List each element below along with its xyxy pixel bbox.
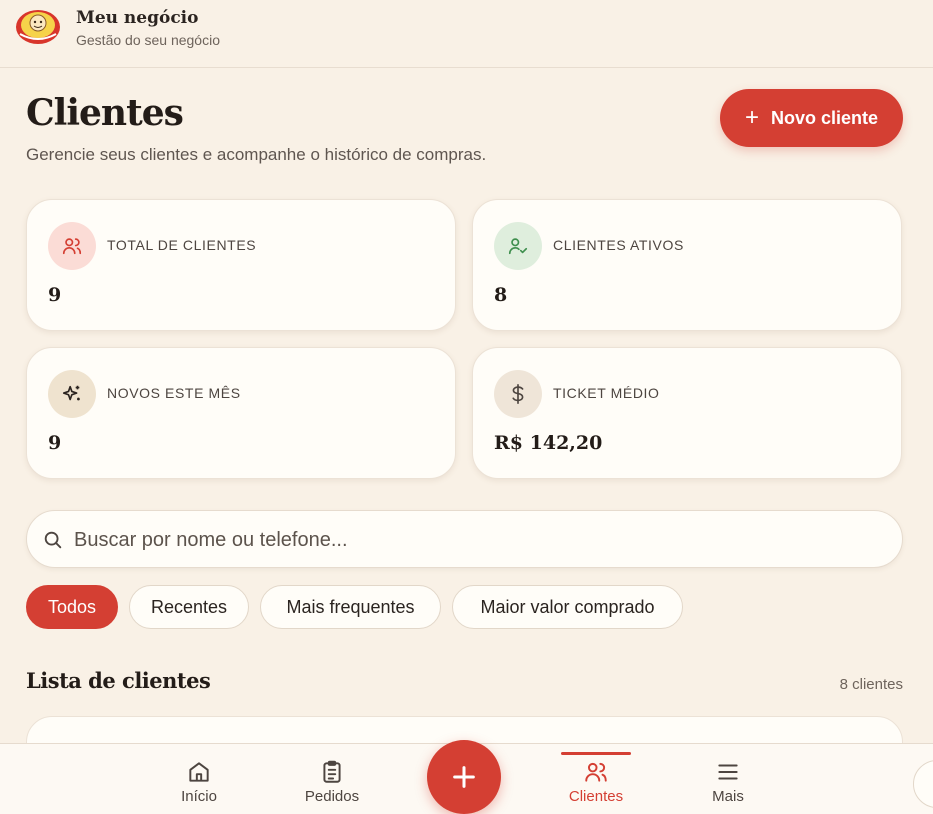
nav-label: Clientes [568,788,624,805]
stat-label: TOTAL DE CLIENTES [107,237,257,253]
search-box [26,510,903,568]
stat-value: R$ 142,20 [494,432,603,454]
page-subtitle: Gerencie seus clientes e acompanhe o his… [26,145,487,164]
stat-value: 9 [48,432,62,454]
menu-icon [718,764,738,780]
search-input[interactable] [74,523,874,557]
nav-label: Pedidos [304,788,360,805]
brand-subtitle: Gestão do seu negócio [76,32,220,48]
clipboard-icon [323,760,341,783]
stat-label: NOVOS ESTE MÊS [107,385,241,401]
nav-item-home[interactable]: Início [149,744,249,814]
user-check-icon [494,222,542,270]
client-count: 8 clientes [839,676,903,693]
sparkles-icon [48,370,96,418]
users-icon [585,762,607,782]
users-icon [48,222,96,270]
search-icon [44,531,62,549]
plus-icon: + [744,104,759,131]
nav-item-orders[interactable]: Pedidos [282,744,382,814]
brand-logo[interactable] [14,8,62,46]
dollar-icon [494,370,542,418]
top-bar: Meu negócio Gestão do seu negócio [0,0,933,68]
filter-chip-most-frequent[interactable]: Mais frequentes [260,585,441,629]
list-title: Lista de clientes [26,668,211,693]
home-icon [189,762,209,782]
stat-label: TICKET MÉDIO [553,385,660,401]
nav-item-more[interactable]: Mais [678,744,778,814]
active-indicator [561,752,631,755]
new-client-button[interactable]: + Novo cliente [720,89,903,147]
filter-chip-highest-value[interactable]: Maior valor comprado [452,585,683,629]
nav-label: Mais [712,788,744,805]
new-client-button-label: Novo cliente [770,107,879,128]
plus-icon [453,766,475,788]
stat-value: 9 [48,284,62,306]
stat-value: 8 [494,284,508,306]
brand-name: Meu negócio [76,8,199,28]
stat-card-new-this-month: NOVOS ESTE MÊS 9 [26,347,456,479]
stat-card-active-clients: CLIENTES ATIVOS 8 [472,199,902,331]
nav-label: Início [181,788,217,805]
add-fab-button[interactable] [427,740,501,814]
stat-card-average-ticket: TICKET MÉDIO R$ 142,20 [472,347,902,479]
stat-label: CLIENTES ATIVOS [553,237,684,253]
filter-chip-all[interactable]: Todos [26,585,118,629]
page-title: Clientes [26,92,184,134]
nav-item-clients[interactable]: Clientes [546,744,646,814]
filter-chip-recent[interactable]: Recentes [129,585,249,629]
stat-card-total-clients: TOTAL DE CLIENTES 9 [26,199,456,331]
